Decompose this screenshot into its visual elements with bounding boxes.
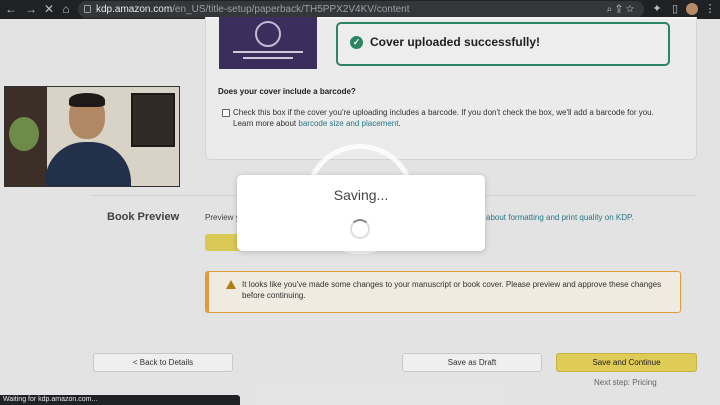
menu-icon[interactable]: ⋮ <box>703 2 717 16</box>
url-path: /en_US/title-setup/paperback/TH5PPX2V4KV… <box>172 4 410 15</box>
loading-overlay: Saving... <box>0 19 720 405</box>
stop-loading-icon[interactable]: ✕ <box>42 2 56 16</box>
sidebar-icon[interactable]: ▯ <box>668 2 682 16</box>
webcam-video <box>4 86 180 187</box>
url-host: kdp.amazon.com <box>96 4 173 15</box>
lock-icon <box>84 5 91 13</box>
share-icon[interactable]: ⇪ <box>616 4 626 15</box>
picture-frame <box>131 93 175 147</box>
plant-icon <box>9 117 39 151</box>
zoom-icon[interactable]: ⌕ <box>607 4 617 15</box>
address-bar-actions: ⌕⇪☆ <box>607 2 638 17</box>
home-icon[interactable]: ⌂ <box>59 2 73 16</box>
star-icon[interactable]: ☆ <box>626 4 638 15</box>
browser-status-bar: Waiting for kdp.amazon.com... <box>0 395 240 405</box>
loading-spinner-icon <box>350 219 370 239</box>
address-bar[interactable]: kdp.amazon.com/en_US/title-setup/paperba… <box>78 1 644 18</box>
profile-avatar[interactable] <box>686 3 698 15</box>
extensions-icon[interactable]: ✦ <box>650 2 664 16</box>
forward-arrow-icon[interactable]: → <box>24 2 38 16</box>
saving-modal: Saving... <box>237 175 485 251</box>
saving-title: Saving... <box>333 187 389 203</box>
back-arrow-icon[interactable]: ← <box>4 2 18 16</box>
